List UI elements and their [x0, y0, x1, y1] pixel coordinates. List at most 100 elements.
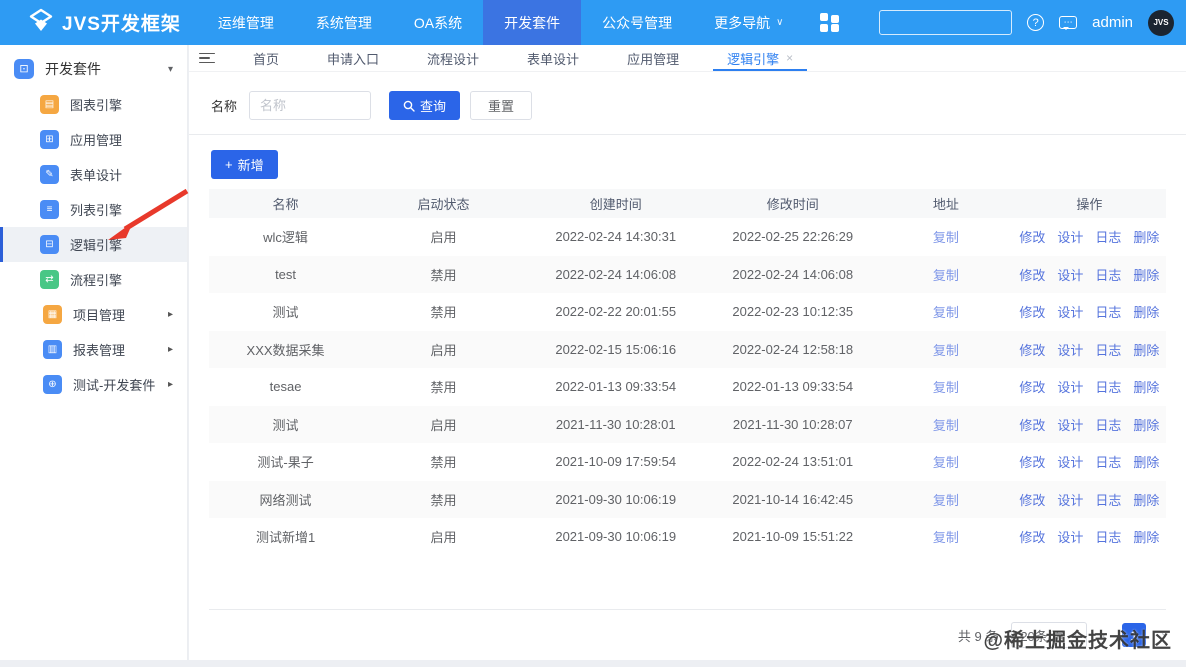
delete-link[interactable]: 删除 — [1133, 452, 1159, 471]
delete-link[interactable]: 删除 — [1133, 527, 1159, 546]
cell-modified: 2022-02-24 12:58:18 — [732, 341, 854, 357]
table-row: wlc逻辑 启用 2022-02-24 14:30:31 2022-02-25 22:… — [209, 218, 1166, 256]
global-search-input[interactable] — [879, 10, 1013, 35]
cell-name: 测试新增1 — [255, 530, 316, 546]
sidebar-item-流程引擎[interactable]: ⇄ 流程引擎 — [0, 262, 187, 297]
log-link[interactable]: 日志 — [1095, 490, 1121, 509]
copy-link[interactable]: 复制 — [933, 418, 959, 433]
name-filter-label: 名称 — [211, 99, 238, 114]
help-icon[interactable]: ? — [1027, 14, 1045, 31]
tab-表单设计[interactable]: 表单设计 — [503, 45, 603, 71]
tab-流程设计[interactable]: 流程设计 — [403, 45, 503, 71]
design-link[interactable]: 设计 — [1057, 527, 1083, 546]
sidebar-item-项目管理[interactable]: ▦ 项目管理 ▸ — [0, 297, 187, 332]
delete-link[interactable]: 删除 — [1133, 415, 1159, 434]
copy-link[interactable]: 复制 — [933, 380, 959, 395]
log-link[interactable]: 日志 — [1095, 452, 1121, 471]
page-size-select[interactable]: 20条/页 ∨ — [1011, 622, 1087, 648]
design-link[interactable]: 设计 — [1057, 302, 1083, 321]
log-link[interactable]: 日志 — [1095, 415, 1121, 434]
top-nav-item-2[interactable]: OA系统 — [393, 0, 483, 45]
sidebar-item-逻辑引擎[interactable]: ⊟ 逻辑引擎 — [0, 227, 187, 262]
apps-grid-icon[interactable] — [820, 13, 840, 32]
close-icon[interactable]: × — [786, 51, 793, 65]
delete-link[interactable]: 删除 — [1133, 265, 1159, 284]
log-link[interactable]: 日志 — [1095, 527, 1121, 546]
design-link[interactable]: 设计 — [1057, 340, 1083, 359]
log-link[interactable]: 日志 — [1095, 302, 1121, 321]
copy-link[interactable]: 复制 — [933, 343, 959, 358]
top-nav-item-3[interactable]: 开发套件 — [483, 0, 582, 45]
tab-首页[interactable]: 首页 — [229, 45, 303, 71]
name-filter-input[interactable] — [249, 91, 372, 120]
log-link[interactable]: 日志 — [1095, 377, 1121, 396]
top-nav-item-4[interactable]: 公众号管理 — [581, 0, 693, 45]
cell-operations: 修改 设计 日志 删除 — [1013, 415, 1166, 434]
sidebar-item-列表引擎[interactable]: ≡ 列表引擎 — [0, 192, 187, 227]
cell-operations: 修改 设计 日志 删除 — [1013, 340, 1166, 359]
collapse-menu-icon[interactable] — [199, 45, 215, 71]
log-link[interactable]: 日志 — [1095, 265, 1121, 284]
reset-button[interactable]: 重置 — [470, 91, 533, 120]
table-body: wlc逻辑 启用 2022-02-24 14:30:31 2022-02-25 22:… — [209, 218, 1166, 556]
copy-link[interactable]: 复制 — [933, 305, 959, 320]
top-nav-item-5[interactable]: 更多导航 ∨ — [693, 0, 804, 45]
copy-link[interactable]: 复制 — [933, 530, 959, 545]
tab-逻辑引擎[interactable]: 逻辑引擎 × — [703, 45, 817, 71]
copy-link[interactable]: 复制 — [933, 230, 959, 245]
design-link[interactable]: 设计 — [1057, 377, 1083, 396]
log-link[interactable]: 日志 — [1095, 340, 1121, 359]
sidebar-item-报表管理[interactable]: ▥ 报表管理 ▸ — [0, 332, 187, 367]
delete-link[interactable]: 删除 — [1133, 340, 1159, 359]
delete-link[interactable]: 删除 — [1133, 377, 1159, 396]
sidebar-item-图表引擎[interactable]: ▤ 图表引擎 — [0, 87, 187, 122]
sidebar-item-测试-开发套件[interactable]: ⊕ 测试-开发套件 ▸ — [0, 367, 187, 402]
copy-link[interactable]: 复制 — [933, 268, 959, 283]
log-link[interactable]: 日志 — [1095, 227, 1121, 246]
prev-page-button[interactable]: ‹ — [1100, 627, 1109, 644]
edit-link[interactable]: 修改 — [1019, 490, 1045, 509]
cell-status: 禁用 — [430, 380, 457, 396]
chevron-right-icon: ▸ — [167, 344, 173, 355]
design-link[interactable]: 设计 — [1057, 452, 1083, 471]
table-row: test 禁用 2022-02-24 14:06:08 2022-02-24 14:0… — [209, 255, 1166, 293]
design-link[interactable]: 设计 — [1057, 227, 1083, 246]
top-nav-item-1[interactable]: 系统管理 — [295, 0, 393, 45]
message-icon[interactable]: ⋯ — [1059, 16, 1078, 30]
sidebar-group-devkit[interactable]: ⊡ 开发套件 ▾ — [0, 51, 187, 87]
list-engine-icon: ≡ — [40, 200, 59, 219]
delete-link[interactable]: 删除 — [1133, 490, 1159, 509]
logo-icon — [28, 8, 54, 37]
test-devkit-icon: ⊕ — [43, 375, 62, 394]
edit-link[interactable]: 修改 — [1019, 452, 1045, 471]
edit-link[interactable]: 修改 — [1019, 377, 1045, 396]
search-button[interactable]: 查询 — [389, 91, 461, 120]
tab-应用管理[interactable]: 应用管理 — [603, 45, 703, 71]
edit-link[interactable]: 修改 — [1019, 227, 1045, 246]
cell-status: 启用 — [430, 417, 457, 433]
design-link[interactable]: 设计 — [1057, 415, 1083, 434]
edit-link[interactable]: 修改 — [1019, 302, 1045, 321]
page-number-button[interactable]: 1 — [1122, 623, 1146, 647]
sidebar-root-items: ▦ 项目管理 ▸ ▥ 报表管理 ▸ ⊕ 测试-开发套件 ▸ — [0, 297, 187, 402]
edit-link[interactable]: 修改 — [1019, 415, 1045, 434]
design-link[interactable]: 设计 — [1057, 265, 1083, 284]
sidebar-item-应用管理[interactable]: ⊞ 应用管理 — [0, 122, 187, 157]
logic-engine-icon: ⊟ — [40, 235, 59, 254]
copy-link[interactable]: 复制 — [933, 455, 959, 470]
cell-address: 复制 — [879, 227, 1013, 246]
delete-link[interactable]: 删除 — [1133, 227, 1159, 246]
delete-link[interactable]: 删除 — [1133, 302, 1159, 321]
next-page-button[interactable]: › — [1159, 627, 1168, 644]
cell-status: 禁用 — [430, 455, 457, 471]
tab-申请入口[interactable]: 申请入口 — [303, 45, 403, 71]
copy-link[interactable]: 复制 — [933, 493, 959, 508]
user-avatar[interactable]: JVS — [1148, 9, 1174, 36]
edit-link[interactable]: 修改 — [1019, 340, 1045, 359]
sidebar-item-表单设计[interactable]: ✎ 表单设计 — [0, 157, 187, 192]
edit-link[interactable]: 修改 — [1019, 527, 1045, 546]
top-nav-item-0[interactable]: 运维管理 — [197, 0, 295, 45]
edit-link[interactable]: 修改 — [1019, 265, 1045, 284]
design-link[interactable]: 设计 — [1057, 490, 1083, 509]
add-button[interactable]: + 新增 — [211, 150, 278, 179]
